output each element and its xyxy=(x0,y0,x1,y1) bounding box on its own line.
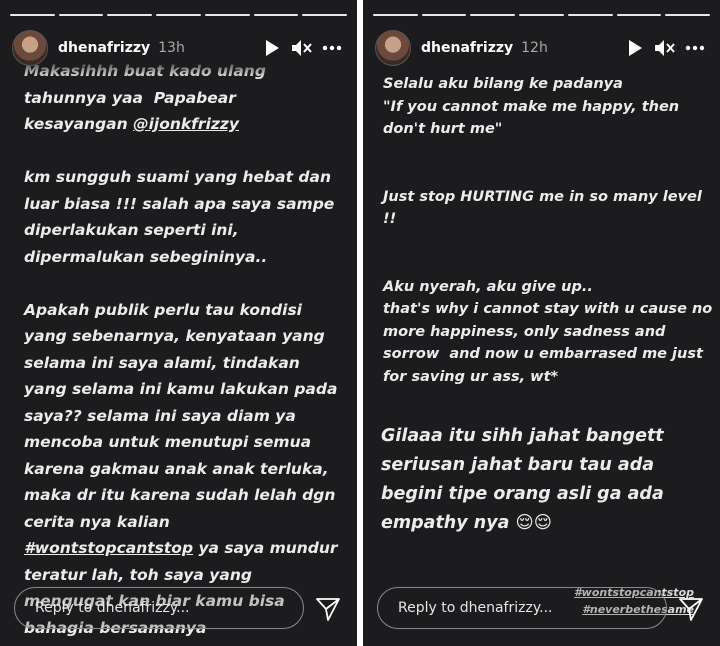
progress-segment xyxy=(302,14,348,16)
story-header: dhenafrizzy 12h xyxy=(375,30,708,66)
story-progress-bar xyxy=(10,14,348,16)
username[interactable]: dhenafrizzy xyxy=(58,40,150,56)
story-right: dhenafrizzy 12h Selalu aku bilang ke pad… xyxy=(363,0,720,646)
progress-segment xyxy=(253,14,299,16)
story-caption-lower: Gilaaa itu sihh jahat bangett seriusan j… xyxy=(381,422,711,538)
story-left: Makasihhh buat kado ulang tahunnya yaa P… xyxy=(0,0,357,646)
story-progress-bar xyxy=(373,14,711,16)
story-header: dhenafrizzy 13h xyxy=(12,30,345,66)
progress-segment xyxy=(421,14,467,16)
progress-segment xyxy=(616,14,662,16)
avatar[interactable] xyxy=(12,30,48,66)
username[interactable]: dhenafrizzy xyxy=(421,40,513,56)
story-caption-upper: Selalu aku bilang ke padanya "If you can… xyxy=(383,76,713,385)
more-options-icon[interactable] xyxy=(682,35,708,61)
send-icon[interactable] xyxy=(676,594,706,624)
reply-input[interactable] xyxy=(377,587,667,629)
reply-input[interactable] xyxy=(14,587,304,629)
avatar[interactable] xyxy=(375,30,411,66)
play-icon[interactable] xyxy=(259,35,285,61)
story-caption: Makasihhh buat kado ulang tahunnya yaa P… xyxy=(24,58,344,641)
progress-segment xyxy=(204,14,250,16)
speaker-muted-icon[interactable] xyxy=(289,35,315,61)
progress-segment xyxy=(107,14,153,16)
caption-body: km sungguh suami yang hebat dan luar bia… xyxy=(24,168,338,531)
send-icon[interactable] xyxy=(313,594,343,624)
progress-segment xyxy=(470,14,516,16)
play-icon[interactable] xyxy=(622,35,648,61)
more-options-icon[interactable] xyxy=(319,35,345,61)
speaker-muted-icon[interactable] xyxy=(652,35,678,61)
timestamp: 12h xyxy=(521,40,548,56)
progress-segment xyxy=(519,14,564,16)
progress-segment xyxy=(10,14,55,16)
progress-segment xyxy=(665,14,711,16)
timestamp: 13h xyxy=(158,40,185,56)
progress-segment xyxy=(567,14,613,16)
relieved-face-emoji: 😌😌 xyxy=(515,513,553,533)
progress-segment xyxy=(373,14,418,16)
mention-link[interactable]: @ijonkfrizzy xyxy=(133,115,239,133)
progress-segment xyxy=(58,14,104,16)
hashtag-link[interactable]: #wontstopcantstop xyxy=(24,539,193,557)
progress-segment xyxy=(156,14,201,16)
